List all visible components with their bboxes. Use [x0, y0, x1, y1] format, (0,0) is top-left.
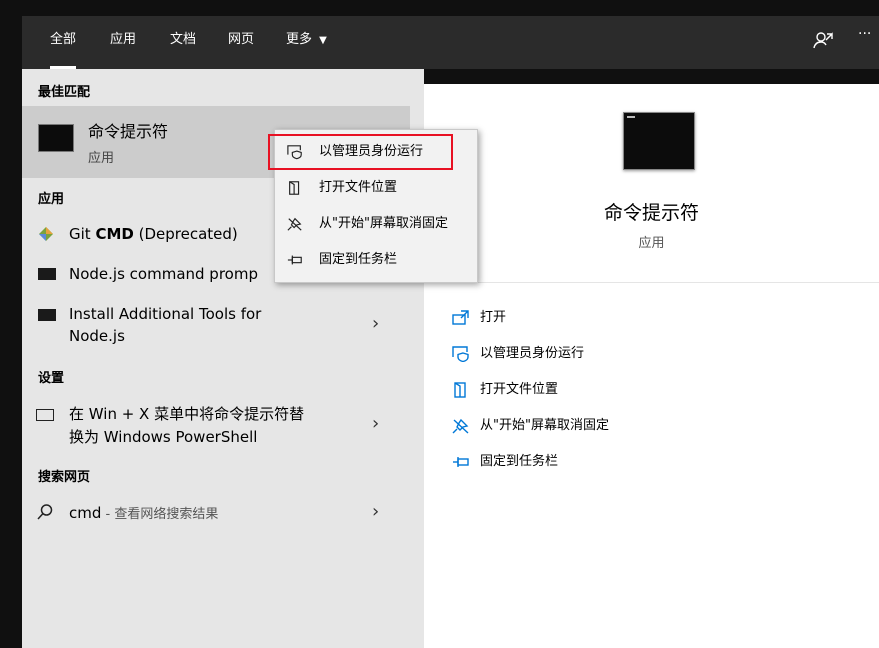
file-location-icon	[289, 181, 300, 195]
file-location-icon	[454, 381, 466, 398]
search-icon	[36, 503, 54, 521]
unpin-icon	[452, 418, 469, 434]
console-icon	[38, 309, 56, 321]
search-filter-bar: 全部 应用 文档 网页 更多 ▼ ···	[22, 16, 879, 69]
menu-item-open-file-location[interactable]: 打开文件位置	[275, 171, 477, 205]
cmd-large-icon	[623, 112, 695, 170]
cmd-app-icon	[38, 124, 74, 152]
highlight-box	[268, 134, 453, 170]
action-open[interactable]: 打开	[452, 306, 506, 326]
unpin-icon	[287, 217, 302, 231]
tab-documents[interactable]: 文档	[170, 16, 196, 69]
open-icon	[452, 309, 469, 325]
shield-window-icon	[452, 345, 469, 362]
section-heading-best-match: 最佳匹配	[38, 85, 91, 100]
tab-more[interactable]: 更多 ▼	[286, 16, 327, 69]
action-run-as-admin[interactable]: 以管理员身份运行	[452, 342, 584, 362]
detail-panel: 命令提示符 应用 打开 以管理员身份运行 打开文件位置 从"开始"屏幕取消固定 …	[424, 84, 879, 648]
tab-web[interactable]: 网页	[228, 16, 254, 69]
section-heading-apps: 应用	[38, 192, 65, 207]
list-item-winx-setting[interactable]: 在 Win + X 菜单中将命令提示符替 换为 Windows PowerShe…	[22, 401, 410, 453]
feedback-icon[interactable]	[812, 30, 834, 52]
best-match-title: 命令提示符	[88, 122, 169, 141]
list-item-web-search[interactable]: cmd - 查看网络搜索结果 ›	[22, 499, 410, 533]
pin-taskbar-icon	[287, 255, 302, 265]
chevron-right-icon[interactable]: ›	[372, 313, 379, 334]
section-heading-web: 搜索网页	[38, 470, 91, 485]
git-diamond-icon	[38, 226, 54, 242]
console-icon	[38, 268, 56, 280]
list-item-install-node-tools[interactable]: Install Additional Tools for Node.js ›	[22, 301, 410, 353]
action-pin-taskbar[interactable]: 固定到任务栏	[452, 450, 558, 470]
monitor-icon	[36, 409, 54, 421]
action-unpin-start[interactable]: 从"开始"屏幕取消固定	[452, 414, 609, 434]
chevron-down-icon: ▼	[319, 35, 327, 46]
more-options-icon[interactable]: ···	[858, 26, 871, 42]
best-match-subtitle: 应用	[88, 151, 115, 166]
chevron-right-icon[interactable]: ›	[372, 501, 379, 522]
pin-taskbar-icon	[453, 456, 469, 467]
section-heading-settings: 设置	[38, 371, 65, 386]
menu-item-unpin-start[interactable]: 从"开始"屏幕取消固定	[275, 207, 477, 241]
menu-item-pin-taskbar[interactable]: 固定到任务栏	[275, 243, 477, 277]
detail-subtitle: 应用	[638, 236, 665, 251]
chevron-right-icon[interactable]: ›	[372, 413, 379, 434]
divider	[424, 282, 879, 283]
detail-title: 命令提示符	[603, 202, 699, 224]
action-open-file-location[interactable]: 打开文件位置	[452, 378, 558, 398]
tab-all[interactable]: 全部	[50, 16, 77, 69]
tab-apps[interactable]: 应用	[110, 16, 136, 69]
